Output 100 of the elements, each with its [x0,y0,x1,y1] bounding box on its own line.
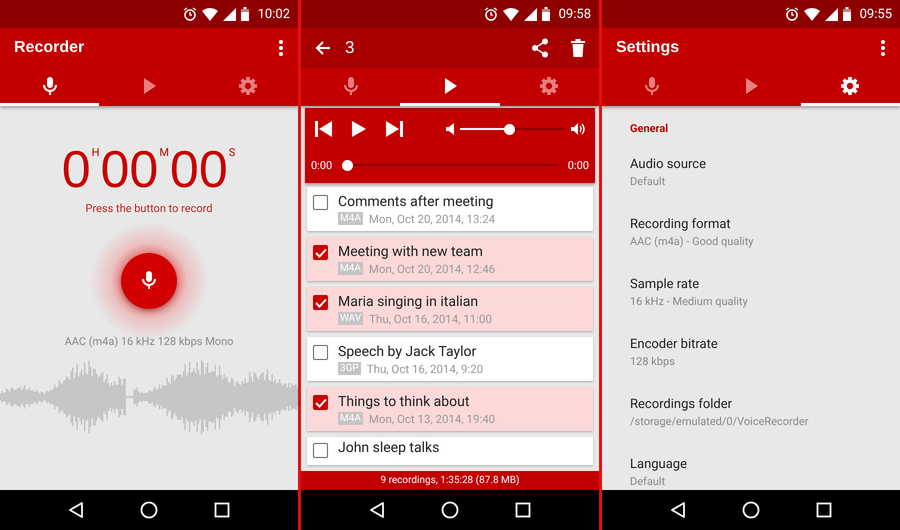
recording-title: Comments after meeting [338,192,494,210]
battery-icon [842,7,851,21]
setting-value: 128 kbps [630,355,676,368]
format-badge: M4A [338,412,363,425]
volume-low-icon [446,123,454,135]
battery-icon [240,7,249,21]
recording-item[interactable]: Speech by Jack Taylor 3GP Thu, Oct 16, 2014, 9:20 [307,337,593,381]
setting-value: AAC (m4a) - Good quality [630,235,755,248]
timer-unit: M [159,146,169,159]
wifi-icon [502,8,519,20]
signal-icon [524,8,537,20]
alarm-clock-icon [784,7,799,21]
format-badge: WAV [338,312,364,325]
recording-item[interactable]: Things to think about M4A Mon, Oct 13, 2014, 19:40 [307,387,593,431]
home-icon[interactable] [742,501,760,519]
total-time: 0:00 [568,158,589,172]
format-badge: M4A [338,262,363,275]
record-button[interactable] [121,253,177,309]
signal-icon [824,8,838,20]
skip-previous-icon[interactable] [315,120,333,138]
setting-title[interactable]: Recordings folder [630,397,900,412]
recording-title: Maria singing in italian [338,292,480,310]
settings-icon [840,76,860,96]
setting-title[interactable]: Sample rate [630,277,900,292]
back-icon[interactable] [369,501,385,519]
back-arrow-icon[interactable] [315,40,331,56]
more-icon[interactable] [278,39,284,57]
slider-thumb[interactable] [504,124,516,134]
play-icon[interactable] [351,120,367,138]
recording-item[interactable]: John sleep talks [307,437,593,465]
settings-icon [539,76,560,96]
recents-icon[interactable] [214,502,230,518]
slider-thumb[interactable] [342,160,354,170]
format-info: AAC (m4a) 16 kHz 128 kbps Mono [64,335,234,348]
alarm-clock-icon [484,7,498,21]
timer-unit: H [92,146,100,159]
setting-value: Default [630,175,666,188]
back-icon[interactable] [68,501,84,519]
trash-icon[interactable] [571,39,585,57]
timer-digits: 00 [100,144,158,196]
setting-title[interactable]: Language [630,457,900,472]
setting-title[interactable]: Recording format [630,217,900,232]
back-icon[interactable] [670,501,686,519]
home-icon[interactable] [441,501,459,519]
checkmark-icon [314,398,326,408]
signal-icon [222,8,236,20]
setting-value: 16 kHz - Medium quality [630,295,749,308]
selection-count: 3 [345,38,356,58]
seek-bar[interactable] [342,160,558,170]
settings-icon [238,76,258,96]
recording-date: Mon, Oct 20, 2014, 13:24 [368,212,496,226]
record-hint: Press the button to record [86,202,212,215]
recording-item[interactable]: Maria singing in italian WAV Thu, Oct 16, 2014, 11:00 [307,287,593,331]
section-header: General [630,122,670,135]
recents-icon[interactable] [515,502,531,518]
alarm-clock-icon [182,7,197,21]
battery-icon [542,7,550,21]
checkbox[interactable] [313,443,328,458]
status-time: 10:02 [258,6,290,22]
elapsed-time: 0:00 [311,158,332,172]
share-icon[interactable] [531,38,549,58]
status-time: 09:55 [860,6,892,22]
status-time: 09:58 [558,6,591,22]
checkbox[interactable] [313,295,328,310]
format-badge: 3GP [338,362,361,375]
setting-title[interactable]: Audio source [630,157,900,172]
timer-unit: S [228,146,236,159]
format-badge: M4A [338,212,363,225]
recording-date: Thu, Oct 16, 2014, 9:20 [366,362,484,376]
app-title: Recorder [14,39,86,57]
app-title: Settings [616,39,680,57]
setting-title[interactable]: Encoder bitrate [630,337,900,352]
volume-slider[interactable] [460,124,565,134]
recording-title: Meeting with new team [338,242,484,260]
recording-date: Mon, Oct 13, 2014, 19:40 [368,412,496,426]
volume-high-icon [571,123,585,135]
microphone-icon [139,270,159,292]
home-icon[interactable] [140,501,158,519]
recording-date: Mon, Oct 20, 2014, 12:46 [368,262,496,276]
timer-digits: 0 [62,144,91,196]
setting-value: /storage/emulated/0/VoiceRecorder [630,415,810,428]
checkbox[interactable] [313,345,328,360]
checkbox[interactable] [313,395,328,410]
checkbox[interactable] [313,245,328,260]
recording-item[interactable]: Meeting with new team M4A Mon, Oct 20, 2014, 12:46 [307,237,593,281]
recents-icon[interactable] [816,502,832,518]
recording-title: Things to think about [338,392,470,410]
checkmark-icon [314,298,326,308]
checkbox[interactable] [313,195,328,210]
more-icon[interactable] [880,39,886,57]
checkmark-icon [314,248,326,258]
wifi-icon [202,8,218,20]
recording-item[interactable]: Comments after meeting M4A Mon, Oct 20, 2014, 13:24 [307,187,593,231]
recording-title: John sleep talks [338,439,440,457]
skip-next-icon[interactable] [385,120,403,138]
recording-date: Thu, Oct 16, 2014, 11:00 [369,312,492,326]
recording-title: Speech by Jack Taylor [338,342,478,360]
setting-value: Default [630,475,666,488]
summary-bar: 9 recordings, 1:35:28 (87.8 MB) [301,471,599,490]
wifi-icon [804,8,820,20]
